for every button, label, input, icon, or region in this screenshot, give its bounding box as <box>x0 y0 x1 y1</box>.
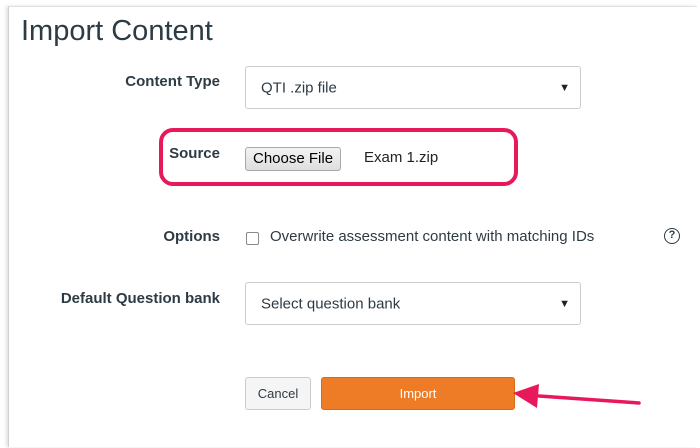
chevron-down-icon: ▼ <box>559 81 570 94</box>
import-button[interactable]: Import <box>321 377 515 410</box>
chevron-down-icon: ▼ <box>559 297 570 310</box>
arrow-left-icon <box>513 384 641 408</box>
overwrite-checkbox-label[interactable]: Overwrite assessment content with matchi… <box>270 228 594 245</box>
page-title: Import Content <box>21 15 213 47</box>
import-content-panel: Import Content Content Type QTI .zip fil… <box>8 6 697 447</box>
overwrite-checkbox[interactable] <box>246 232 259 245</box>
cancel-button[interactable]: Cancel <box>245 377 311 410</box>
question-bank-label: Default Question bank <box>60 290 220 307</box>
question-bank-select[interactable]: Select question bank ▼ <box>245 282 581 325</box>
help-icon[interactable]: ? <box>664 228 680 244</box>
options-label: Options <box>163 228 220 245</box>
content-type-select[interactable]: QTI .zip file ▼ <box>245 66 581 109</box>
content-type-value: QTI .zip file <box>261 79 337 96</box>
choose-file-button[interactable]: Choose File <box>245 147 342 171</box>
selected-file-name: Exam 1.zip <box>364 149 439 166</box>
content-type-label: Content Type <box>125 73 220 90</box>
question-bank-value: Select question bank <box>261 295 401 312</box>
